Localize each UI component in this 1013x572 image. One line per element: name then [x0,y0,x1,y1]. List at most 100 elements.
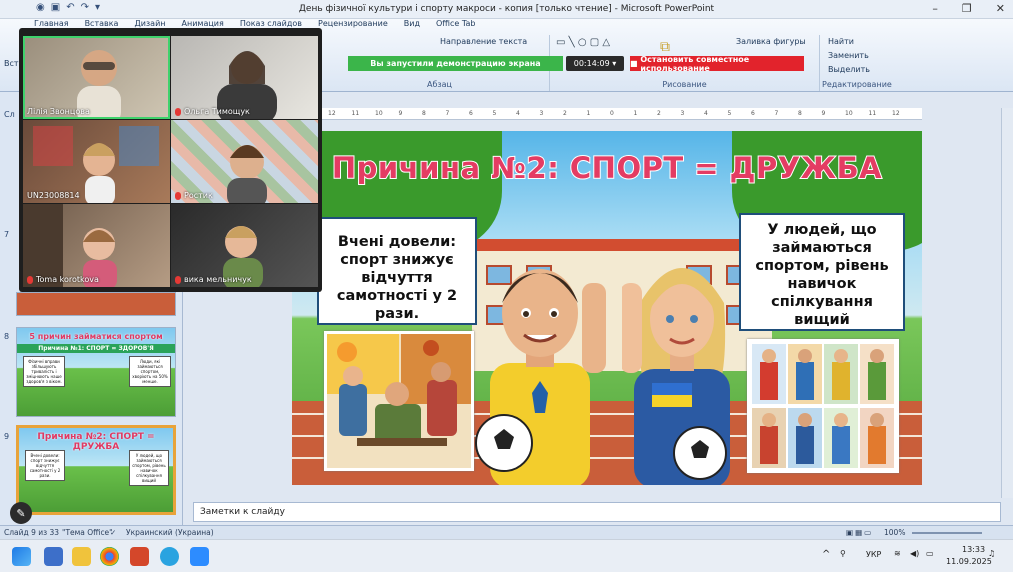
mic-muted-icon [175,107,181,116]
participant-name-1: Лілія Звонцова [27,107,90,116]
notes-placeholder: Заметки к слайду [200,507,285,517]
close-icon[interactable]: ✕ [996,2,1005,15]
shape-fill-button[interactable]: Заливка фигуры [736,37,806,46]
right-comic-grid-image[interactable] [747,339,899,473]
wifi-icon[interactable]: ≋ [894,549,901,558]
participant-tile-2[interactable]: Ольга Тимощук [171,36,318,119]
participant-name-5: Toma korotkova [27,275,99,284]
participant-tile-6[interactable]: вика мельничук [171,204,318,287]
powerpoint-icon[interactable] [130,547,149,566]
thumb-card-left: Вчені довели: спорт знижує відчуття само… [25,450,65,481]
tab-office-tab[interactable]: Office Tab [436,19,475,33]
tab-review[interactable]: Рецензирование [318,19,388,33]
notification-bell-icon[interactable]: ♫ [988,549,995,558]
slide-thumbnail-7[interactable] [16,292,176,316]
clock-date[interactable]: 11.09.2025 [946,557,992,566]
screen-share-bar: Вы запустили демонстрацию экрана 00:14:0… [348,54,804,73]
share-timer[interactable]: 00:14:09 ▾ [566,56,624,71]
vertical-scrollbar[interactable] [1001,108,1013,498]
editing-group-label: Редактирование [822,80,892,89]
participant-name-text: Ростик [184,191,213,200]
left-text-bubble[interactable]: Вчені довели: спорт знижує відчуття само… [317,217,477,325]
text-direction-button[interactable]: Направление текста [440,37,527,46]
stop-square-icon: ■ [630,59,638,68]
taskbar: ^ ⚲ УКР ≋ ◀) ▭ 13:33 11.09.2025 ♫ [0,539,1013,572]
boy-character-image[interactable] [470,243,610,485]
right-text-bubble[interactable]: У людей, що займаються спортом, рівень н… [739,213,905,331]
participant-name-text: UN23008814 [27,191,80,200]
network-tray-icon[interactable]: ⚲ [840,549,846,558]
mic-muted-icon [27,275,33,284]
ruler-tick: 6 [469,110,473,117]
thumb-subtitle: Причина №1: СПОРТ = ЗДОРОВ'Я [17,344,175,353]
select-button[interactable]: Выделить [828,65,870,74]
file-explorer-icon[interactable] [72,547,91,566]
participant-name-2: Ольга Тимощук [175,107,250,116]
tab-view[interactable]: Вид [404,19,420,33]
participant-tile-3[interactable]: UN23008814 [23,120,170,203]
keyboard-language[interactable]: УКР [866,550,881,559]
participant-name-4: Ростик [175,191,213,200]
maximize-icon[interactable]: ❐ [962,2,972,15]
participant-name-text: Ольга Тимощук [184,107,250,116]
replace-button[interactable]: Заменить [828,51,869,60]
drawing-group-label: Рисование [662,80,707,89]
slide-number: 9 [4,432,10,441]
shapes-gallery-icon[interactable]: ▭ ╲ ○ ▢ △ [556,37,610,48]
ruler-tick: 6 [751,110,755,117]
zoom-slider[interactable] [912,532,982,534]
slide-number: 8 [4,332,10,341]
ruler-tick: 12 [328,110,336,117]
word-icon[interactable] [44,547,63,566]
slide-title[interactable]: Причина №2: СПОРТ = ДРУЖБА [292,150,922,186]
slide-thumbnail-9[interactable]: Причина №2: СПОРТ = ДРУЖБА Вчені довели:… [16,425,176,515]
girl-character-image[interactable] [622,243,742,485]
ruler-tick: 3 [539,110,544,117]
ruler-tick: 1 [586,110,591,117]
participant-tile-4[interactable]: Ростик [171,120,318,203]
thumb-card-left: Фізичні вправи збільшують тривалість і з… [23,356,65,387]
participant-name-6: вика мельничук [175,275,252,284]
annotate-pen-icon[interactable]: ✎ [10,502,32,524]
ruler-tick: 4 [704,110,708,117]
stop-sharing-button[interactable]: ■ Остановить совместное использование [630,54,804,73]
minimize-icon[interactable]: – [932,2,938,15]
find-button[interactable]: Найти [828,37,854,46]
participant-tile-1[interactable]: Лілія Звонцова [23,36,170,119]
zoom-level[interactable]: 100% [884,528,905,537]
chrome-icon[interactable] [100,547,119,566]
slides-tab[interactable]: Сл [4,110,15,119]
telegram-icon[interactable] [160,547,179,566]
left-comic-image[interactable] [324,331,474,471]
ruler-tick: 3 [680,110,685,117]
window-controls: – ❐ ✕ [932,2,1005,15]
windows-start-icon[interactable] [12,547,31,566]
paragraph-group-label: Абзац [426,80,452,89]
theme-name[interactable]: "Тема Office" [62,528,113,537]
mic-muted-icon [175,275,181,284]
chevron-down-icon: ▾ [612,59,617,68]
clock-time[interactable]: 13:33 [962,545,985,554]
zoom-app-icon[interactable] [190,547,209,566]
stop-sharing-label: Остановить совместное использование [640,54,750,73]
ruler-tick: 0 [610,110,614,117]
ruler-tick: 10 [845,110,853,117]
slide-canvas[interactable]: Причина №2: СПОРТ = ДРУЖБА Вчені довели:… [292,131,922,485]
arrange-icon[interactable]: ⧉ [660,39,670,55]
thumb-title: Причина №2: СПОРТ = ДРУЖБА [37,432,155,452]
view-buttons-icon[interactable]: ▣▦▭ [846,528,873,537]
notes-pane[interactable]: Заметки к слайду [193,502,1001,522]
participant-name-3: UN23008814 [27,191,80,200]
participant-tile-5[interactable]: Toma korotkova [23,204,170,287]
slide-counter: Слайд 9 из 33 [4,528,60,537]
language-indicator[interactable]: Украинский (Украина) [126,528,214,537]
thumb-title: 5 причин займатися спортом [29,332,163,341]
chevron-up-icon[interactable]: ^ [822,549,830,560]
ruler-tick: 4 [516,110,520,117]
slide-thumbnail-8[interactable]: 5 причин займатися спортом Причина №1: С… [16,327,176,417]
ruler-tick: 11 [351,110,360,117]
ruler-tick: 1 [633,110,638,117]
volume-icon[interactable]: ◀) [910,549,919,558]
spellcheck-icon[interactable]: ✓ [110,528,116,537]
battery-icon[interactable]: ▭ [926,549,934,558]
